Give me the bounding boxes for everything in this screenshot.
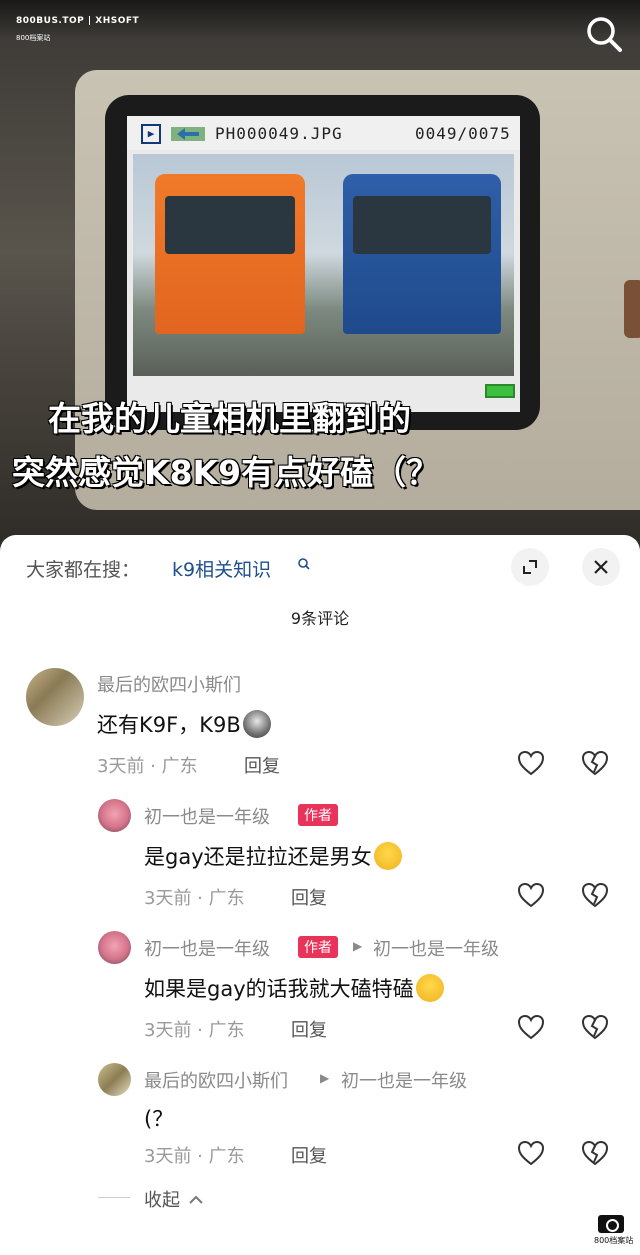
blue-bus — [343, 174, 501, 334]
avatar[interactable] — [98, 799, 131, 832]
comment-username[interactable]: 初一也是一年级 — [144, 935, 270, 961]
comment-username[interactable]: 初一也是一年级 — [144, 803, 270, 829]
comment-text: 是gay还是拉拉还是男女 — [144, 841, 402, 871]
reply-arrow-icon: ▶ — [320, 1071, 330, 1085]
bus-photo — [133, 154, 514, 376]
comment-text: 还有K9F，K9B — [97, 709, 271, 739]
camera-screen-status-bar: ▶ PH000049.JPG 0049/0075 — [127, 116, 520, 150]
reply-arrow-icon: ▶ — [353, 939, 363, 953]
caption-line-2: 突然感觉K8K9有点好磕（？ — [12, 453, 440, 492]
camera-side-button — [624, 280, 640, 338]
reply-to-username[interactable]: 初一也是一年级 — [341, 1067, 467, 1093]
reply-button[interactable]: 回复 — [244, 752, 280, 778]
trending-search-link[interactable]: k9相关知识 — [172, 555, 271, 582]
close-icon — [594, 560, 608, 574]
expand-button[interactable] — [511, 548, 549, 586]
avatar[interactable] — [26, 668, 84, 726]
search-small-icon — [298, 558, 310, 570]
photo-counter: 0049/0075 — [415, 124, 511, 143]
trending-search-prefix: 大家都在搜： — [26, 559, 141, 581]
dislike-icon[interactable] — [580, 748, 610, 778]
yum-emoji-icon — [373, 842, 402, 870]
search-icon — [587, 17, 622, 52]
comment-meta: 3天前 · 广东 — [97, 756, 198, 777]
comment-meta: 3天前 · 广东 — [144, 888, 245, 909]
avatar[interactable] — [98, 931, 131, 964]
comment-meta: 3天前 · 广东 — [144, 1146, 245, 1167]
top-overlay: 800BUS.TOP | XHSOFT 800档案站 — [0, 0, 640, 42]
watermark-label: 800档案站 — [594, 1236, 634, 1245]
author-badge: 作者 — [298, 936, 338, 958]
comment-meta: 3天前 · 广东 — [144, 1020, 245, 1041]
orange-bus — [155, 174, 305, 334]
protect-icon — [171, 127, 205, 141]
dislike-icon[interactable] — [580, 880, 610, 910]
comment-sheet: 大家都在搜： k9相关知识 9条评论 最后的欧四小斯们 还有K9F，K9B 3天… — [0, 535, 640, 1255]
collapse-replies-button[interactable]: 收起 — [144, 1186, 204, 1212]
brand-sub-label: 800档案站 — [16, 34, 51, 42]
like-icon[interactable] — [516, 748, 546, 778]
comment-text: 如果是gay的话我就大磕特磕 — [144, 973, 444, 1003]
expand-icon — [523, 560, 537, 574]
like-icon[interactable] — [516, 1012, 546, 1042]
reply-button[interactable]: 回复 — [291, 1142, 327, 1168]
dislike-icon[interactable] — [580, 1138, 610, 1168]
comment-count: 9条评论 — [290, 609, 350, 628]
camera-screen: ▶ PH000049.JPG 0049/0075 — [127, 116, 520, 412]
author-badge: 作者 — [298, 804, 338, 826]
reply-button[interactable]: 回复 — [291, 884, 327, 910]
play-icon: ▶ — [141, 124, 161, 144]
caption-line-1: 在我的儿童相机里翻到的 — [48, 399, 411, 438]
reply-to-username[interactable]: 初一也是一年级 — [373, 935, 499, 961]
collapse-divider — [98, 1197, 130, 1198]
comment-username[interactable]: 最后的欧四小斯们 — [97, 671, 241, 697]
comment-text: (？ — [144, 1107, 174, 1131]
search-button[interactable] — [584, 14, 624, 54]
file-name: PH000049.JPG — [215, 124, 343, 143]
post-photo[interactable]: ▶ PH000049.JPG 0049/0075 在我的儿童相机里翻到的 突然感… — [0, 0, 640, 560]
close-button[interactable] — [582, 548, 620, 586]
dislike-icon[interactable] — [580, 1012, 610, 1042]
like-icon[interactable] — [516, 880, 546, 910]
camera-icon — [598, 1215, 624, 1233]
brand-label: 800BUS.TOP | XHSOFT — [16, 16, 140, 26]
like-icon[interactable] — [516, 1138, 546, 1168]
reply-button[interactable]: 回复 — [291, 1016, 327, 1042]
chevron-up-icon — [189, 1195, 203, 1204]
yum-emoji-icon — [415, 974, 444, 1002]
avatar[interactable] — [98, 1063, 131, 1096]
husky-emoji-icon — [242, 710, 271, 738]
comment-username[interactable]: 最后的欧四小斯们 — [144, 1067, 288, 1093]
watermark-logo: 800档案站 — [594, 1211, 634, 1255]
